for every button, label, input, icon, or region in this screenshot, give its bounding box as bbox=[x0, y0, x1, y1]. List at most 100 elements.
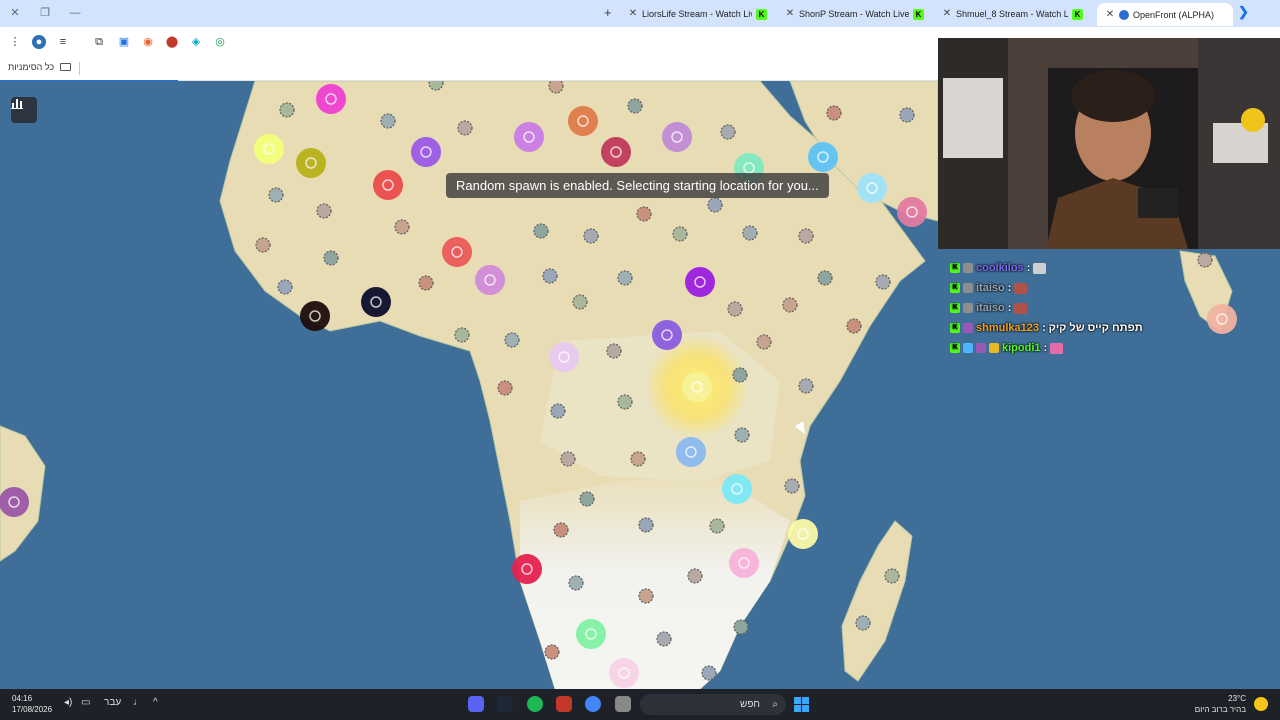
network-icon[interactable]: ▭ bbox=[81, 697, 90, 708]
window-restore-button[interactable]: ❐ bbox=[38, 6, 52, 20]
kick-favicon-icon: K bbox=[913, 8, 924, 20]
windows-start-icon[interactable] bbox=[794, 697, 809, 712]
town-marker bbox=[638, 517, 654, 533]
chrome-app-icon[interactable] bbox=[585, 696, 601, 712]
kick-favicon-icon: K bbox=[756, 8, 767, 20]
window-close-button[interactable]: ✕ bbox=[8, 6, 22, 20]
player-territory[interactable] bbox=[722, 474, 752, 504]
tab-liorslife[interactable]: ✕ LiorsLife Stream - Watch Live on K bbox=[628, 4, 774, 24]
player-territory[interactable] bbox=[442, 237, 472, 267]
chat-emote-icon bbox=[1033, 262, 1047, 274]
clock-time: 04:16 bbox=[12, 694, 33, 703]
town-marker bbox=[550, 403, 566, 419]
screen: ✕ ❐ — + ✕ LiorsLife Stream - Watch Live … bbox=[0, 0, 1280, 720]
player-territory[interactable] bbox=[576, 619, 606, 649]
tab-shmuel[interactable]: ✕ Shmuel_8 Stream - Watch Live K bbox=[942, 4, 1092, 24]
microphone-icon[interactable]: ♩ bbox=[133, 697, 143, 708]
player-territory[interactable] bbox=[808, 142, 838, 172]
address-bar[interactable] bbox=[240, 31, 940, 53]
spotify-app-icon[interactable] bbox=[527, 696, 543, 712]
player-territory[interactable] bbox=[411, 137, 441, 167]
player-territory[interactable] bbox=[568, 106, 598, 136]
chat-username: kipodi1 bbox=[1002, 342, 1041, 354]
player-territory[interactable] bbox=[361, 287, 391, 317]
extensions-puzzle-icon[interactable]: ⧉ bbox=[92, 35, 106, 49]
chat-text: תפתח קייס של קיק bbox=[1048, 322, 1143, 334]
tab-close-icon[interactable]: ✕ bbox=[942, 4, 952, 24]
volume-icon[interactable]: ◂) bbox=[64, 697, 72, 708]
reading-list-icon[interactable]: ≡ bbox=[56, 35, 70, 49]
tray-chevron-icon[interactable]: ^ bbox=[153, 697, 158, 708]
player-territory[interactable] bbox=[609, 658, 639, 688]
tab-openfront[interactable]: ✕ OpenFront (ALPHA) bbox=[1097, 3, 1233, 26]
player-territory[interactable] bbox=[601, 137, 631, 167]
chat-username: coolkilos bbox=[976, 262, 1024, 274]
player-territory[interactable] bbox=[897, 197, 927, 227]
town-marker bbox=[627, 98, 643, 114]
player-territory[interactable] bbox=[514, 122, 544, 152]
search-icon: ⌕ bbox=[772, 699, 778, 710]
player-territory[interactable] bbox=[857, 173, 887, 203]
player-territory[interactable] bbox=[662, 122, 692, 152]
player-territory[interactable] bbox=[0, 487, 29, 517]
weather-widget[interactable]: 23°C בהיר ברוב היום bbox=[1195, 693, 1246, 715]
town-marker bbox=[707, 197, 723, 213]
chat-separator: : bbox=[1041, 322, 1046, 334]
town-marker bbox=[418, 275, 434, 291]
player-territory[interactable] bbox=[788, 519, 818, 549]
taskbar-clock[interactable]: 04:16 17/08/2026 bbox=[12, 693, 52, 715]
player-territory[interactable] bbox=[729, 548, 759, 578]
town-marker bbox=[277, 279, 293, 295]
search-placeholder: חפש bbox=[740, 699, 760, 710]
kick-favicon-icon: K bbox=[1072, 8, 1083, 20]
player-territory[interactable] bbox=[316, 84, 346, 114]
file-explorer-icon[interactable] bbox=[615, 696, 631, 712]
chat-emote-icon bbox=[1014, 302, 1028, 314]
new-tab-button[interactable]: + bbox=[604, 5, 612, 20]
folder-icon bbox=[60, 63, 72, 71]
extension-pin-icon[interactable]: ⬤ bbox=[165, 35, 179, 49]
player-territory[interactable] bbox=[373, 170, 403, 200]
town-marker bbox=[572, 294, 588, 310]
town-marker bbox=[875, 274, 891, 290]
screen-capture-extension-icon[interactable]: ▣ bbox=[117, 35, 131, 49]
kick-badge-icon: K bbox=[950, 343, 960, 353]
language-indicator[interactable]: עבר bbox=[104, 697, 121, 708]
town-marker bbox=[617, 270, 633, 286]
stats-bar-chart-button[interactable] bbox=[11, 97, 37, 123]
town-marker bbox=[544, 644, 560, 660]
player-territory[interactable] bbox=[685, 267, 715, 297]
player-territory[interactable] bbox=[296, 148, 326, 178]
steam-app-icon[interactable] bbox=[497, 696, 513, 712]
extension-grammarly-icon[interactable]: ◎ bbox=[213, 35, 227, 49]
tab-close-icon[interactable]: ✕ bbox=[628, 4, 638, 24]
tab-close-icon[interactable]: ✕ bbox=[1105, 5, 1115, 25]
extension-orange-icon[interactable]: ◉ bbox=[141, 35, 155, 49]
player-territory[interactable] bbox=[676, 437, 706, 467]
chat-emote-icon bbox=[1050, 342, 1064, 354]
extension-teal-icon[interactable]: ◈ bbox=[189, 35, 203, 49]
blue-badge-icon bbox=[963, 343, 973, 353]
gold-badge-icon bbox=[989, 343, 999, 353]
player-territory[interactable] bbox=[549, 342, 579, 372]
tab-shonp[interactable]: ✕ ShonP Stream - Watch Live on K bbox=[785, 4, 931, 24]
town-marker bbox=[579, 491, 595, 507]
tab-scroll-right-button[interactable]: ❯ bbox=[1238, 4, 1249, 20]
player-territory[interactable] bbox=[682, 372, 712, 402]
profile-avatar-icon[interactable]: ● bbox=[32, 35, 46, 49]
tab-close-icon[interactable]: ✕ bbox=[785, 4, 795, 24]
taskbar-search-box[interactable]: חפש ⌕ bbox=[640, 694, 786, 715]
chat-username: itaiso bbox=[976, 282, 1005, 294]
player-territory[interactable] bbox=[475, 265, 505, 295]
streaming-app-icon[interactable] bbox=[556, 696, 572, 712]
window-minimize-button[interactable]: — bbox=[68, 6, 82, 20]
chat-message: Kitaiso: bbox=[950, 278, 1250, 298]
all-bookmarks-button[interactable]: כל הסימניות bbox=[8, 62, 72, 72]
menu-kebab-icon[interactable]: ⋮ bbox=[8, 35, 22, 49]
player-territory[interactable] bbox=[652, 320, 682, 350]
town-marker bbox=[316, 203, 332, 219]
player-territory[interactable] bbox=[512, 554, 542, 584]
player-territory[interactable] bbox=[254, 134, 284, 164]
player-territory[interactable] bbox=[300, 301, 330, 331]
discord-app-icon[interactable] bbox=[468, 696, 484, 712]
